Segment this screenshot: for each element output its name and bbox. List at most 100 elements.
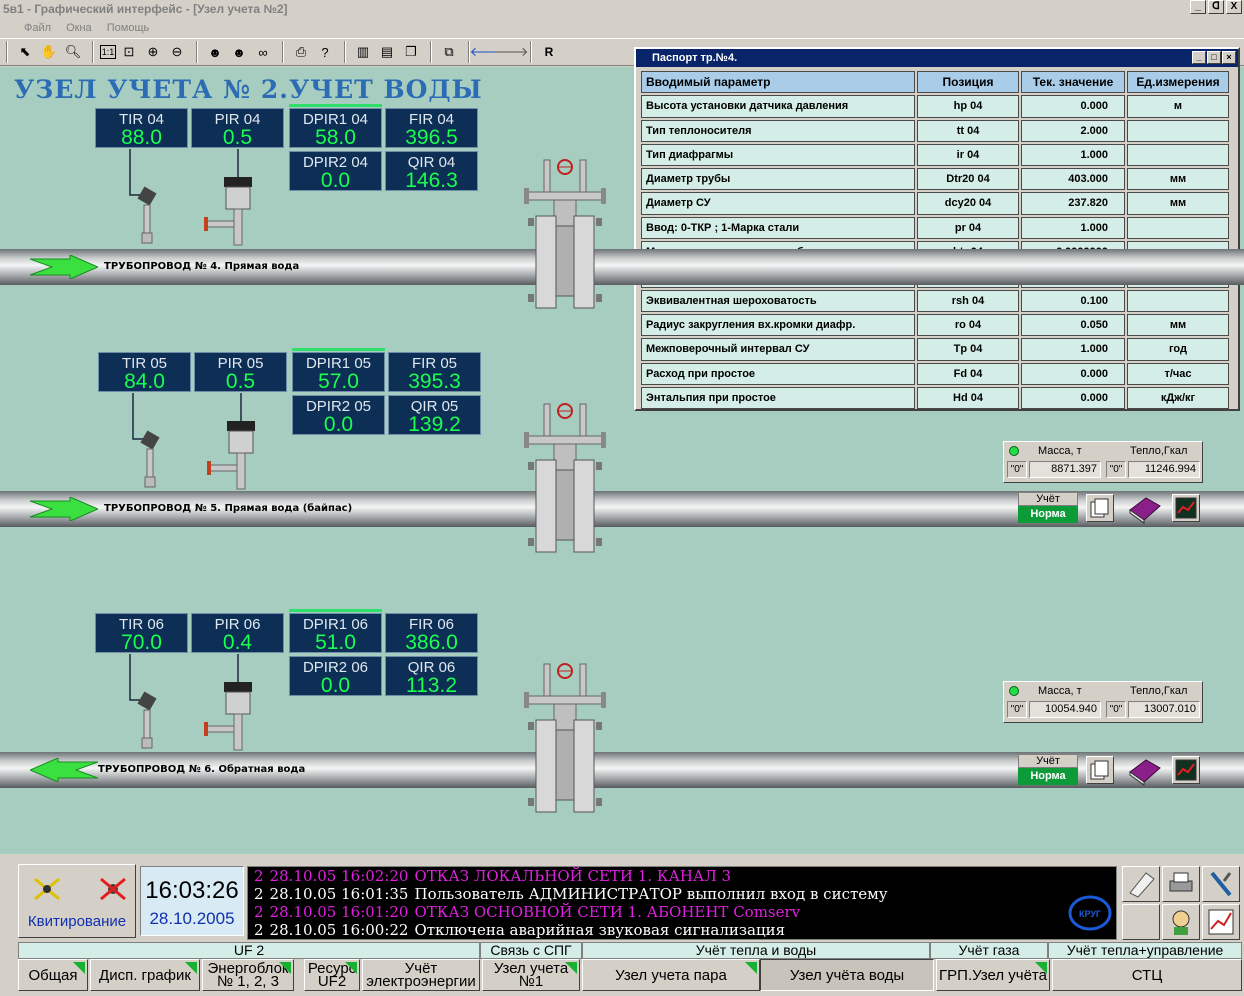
trend-chart-button[interactable] (1172, 756, 1200, 784)
print-icon[interactable]: ⎙ (290, 41, 312, 63)
indicator-qir[interactable]: QIR 06 113.2 (385, 656, 478, 696)
r-icon[interactable]: R (538, 41, 560, 63)
acknowledge-icon[interactable] (33, 877, 61, 901)
indicator-tir[interactable]: TIR 05 84.0 (98, 352, 191, 392)
nav-button[interactable]: Узел учета пара (582, 959, 760, 991)
forward-arrow-icon[interactable]: 🡒 (494, 41, 529, 63)
clock-date: 28.10.2005 (149, 909, 235, 928)
param-value[interactable]: 0.000 (1021, 95, 1125, 118)
hand-tool-icon[interactable]: ✋ (38, 41, 60, 63)
param-value[interactable]: 2.000 (1021, 119, 1125, 142)
zoom-actual-icon[interactable]: 1:1 (100, 45, 116, 59)
param-value[interactable]: 1.000 (1021, 143, 1125, 167)
documents-button[interactable] (1086, 494, 1114, 522)
nav-button[interactable]: Учёт электроэнергии (362, 959, 480, 991)
zoom-out-icon[interactable]: ⊖ (166, 41, 188, 63)
tile-horizontal-icon[interactable]: ▤ (376, 41, 398, 63)
nav-button[interactable]: Узел учёта воды (760, 959, 934, 991)
printer-button[interactable] (1162, 866, 1200, 902)
passport-minimize-button[interactable]: _ (1192, 51, 1206, 64)
param-value[interactable]: 0.000 (1021, 362, 1125, 385)
magnifier-icon[interactable]: 🔍︎ (62, 41, 84, 63)
empty-button[interactable] (1122, 904, 1160, 940)
clock-time: 16:03:26 (145, 877, 239, 904)
indicator-qir[interactable]: QIR 04 146.3 (385, 151, 478, 191)
pointer-tool-icon[interactable]: ⬉ (14, 41, 36, 63)
indicator-pir[interactable]: PIR 04 0.5 (191, 108, 284, 148)
indicator-pir[interactable]: PIR 06 0.4 (191, 613, 284, 653)
indicator-fir[interactable]: FIR 04 396.5 (385, 108, 478, 148)
operator-button[interactable] (1162, 904, 1200, 940)
indicator-value: 58.0 (315, 126, 356, 149)
nav-button-label: Узел учёта воды (789, 966, 905, 984)
menu-windows[interactable]: Окна (66, 22, 92, 34)
nav-button[interactable]: Узел учета №1 (482, 959, 580, 991)
indicator-qir[interactable]: QIR 05 139.2 (388, 395, 481, 435)
passport-maximize-button[interactable]: □ (1207, 51, 1221, 64)
nav-button[interactable]: Ресурс UF2 (304, 959, 360, 991)
param-name: Межповерочный интервал СУ (641, 338, 915, 361)
cascade-icon[interactable]: ❐ (400, 41, 422, 63)
tools-button[interactable] (1202, 866, 1240, 902)
indicator-dpir1[interactable]: DPIR1 06 51.0 (289, 613, 382, 653)
accounting-status[interactable]: Учёт Норма (1018, 492, 1078, 524)
restore-button[interactable]: ᗡ (1208, 0, 1224, 14)
nav-button[interactable]: Общая (18, 959, 88, 991)
indicator-value: 0.5 (222, 126, 253, 149)
indicator-value: 0.0 (323, 413, 354, 436)
trend-button[interactable] (1202, 904, 1240, 940)
event-log[interactable]: 2 28.10.05 16:02:20 ОТКАЗ ЛОКАЛЬНОЙ СЕТИ 1… (247, 866, 1117, 940)
menu-file[interactable]: Файл (24, 22, 51, 34)
param-value[interactable]: 237.820 (1021, 192, 1125, 215)
indicator-pir[interactable]: PIR 05 0.5 (194, 352, 287, 392)
param-value[interactable]: 0.050 (1021, 313, 1125, 337)
alarm-off-icon[interactable] (99, 877, 127, 901)
param-value[interactable]: 403.000 (1021, 168, 1125, 191)
passport-book-button[interactable] (1126, 754, 1162, 786)
acknowledge-panel[interactable]: Квитирование (18, 864, 136, 938)
event-row: 2 28.10.05 16:01:35 Пользователь АДМИНИСТР… (254, 885, 1116, 903)
close-button[interactable]: X (1226, 0, 1242, 14)
tile-vertical-icon[interactable]: ▥ (352, 41, 374, 63)
param-unit: мм (1127, 192, 1229, 215)
menu-help[interactable]: Помощь (107, 22, 150, 34)
indicator-dpir2[interactable]: DPIR2 06 0.0 (289, 656, 382, 696)
zoom-fit-icon[interactable]: ⊡ (118, 41, 140, 63)
indicator-tir[interactable]: TIR 04 88.0 (95, 108, 188, 148)
indicator-dpir1[interactable]: DPIR1 05 57.0 (292, 352, 385, 392)
indicator-dpir2[interactable]: DPIR2 04 0.0 (289, 151, 382, 191)
binoculars-icon[interactable]: ∞ (252, 41, 274, 63)
documents-button[interactable] (1122, 866, 1160, 902)
help-icon[interactable]: ? (314, 41, 336, 63)
indicator-dpir2[interactable]: DPIR2 05 0.0 (292, 395, 385, 435)
indicator-fir[interactable]: FIR 05 395.3 (388, 352, 481, 392)
param-unit: год (1127, 338, 1229, 361)
param-value[interactable]: 1.000 (1021, 216, 1125, 240)
title-bar: 5в1 - Графический интерфейс - [Узел учет… (0, 0, 1244, 18)
user-edit-icon[interactable]: ☻ (228, 41, 250, 63)
event-priority: 2 (254, 903, 264, 921)
window-list-icon[interactable]: ⧉ (438, 41, 460, 63)
zoom-in-icon[interactable]: ⊕ (142, 41, 164, 63)
indicator-tir[interactable]: TIR 06 70.0 (95, 613, 188, 653)
documents-button[interactable] (1086, 756, 1114, 784)
trend-icon (1175, 759, 1197, 781)
nav-button[interactable]: СТЦ (1052, 959, 1242, 991)
user-icon[interactable]: ☻ (204, 41, 226, 63)
param-unit: т/час (1127, 362, 1229, 385)
accounting-status[interactable]: Учёт Норма (1018, 754, 1078, 786)
indicator-fir[interactable]: FIR 06 386.0 (385, 613, 478, 653)
nav-button[interactable]: Энергоблок № 1, 2, 3 (202, 959, 294, 991)
param-value[interactable]: 0.100 (1021, 289, 1125, 312)
passport-book-button[interactable] (1126, 492, 1162, 524)
param-value[interactable]: 0.000 (1021, 386, 1125, 410)
param-value[interactable]: 1.000 (1021, 338, 1125, 361)
indicator-value: 146.3 (405, 169, 458, 192)
heat-quality: "0" (1106, 701, 1126, 718)
nav-button[interactable]: Дисп. график (90, 959, 200, 991)
indicator-dpir1[interactable]: DPIR1 04 58.0 (289, 108, 382, 148)
trend-chart-button[interactable] (1172, 494, 1200, 522)
passport-close-button[interactable]: × (1222, 51, 1236, 64)
minimize-button[interactable]: _ (1190, 0, 1206, 14)
nav-button[interactable]: ГРП.Узел учёта (936, 959, 1050, 991)
